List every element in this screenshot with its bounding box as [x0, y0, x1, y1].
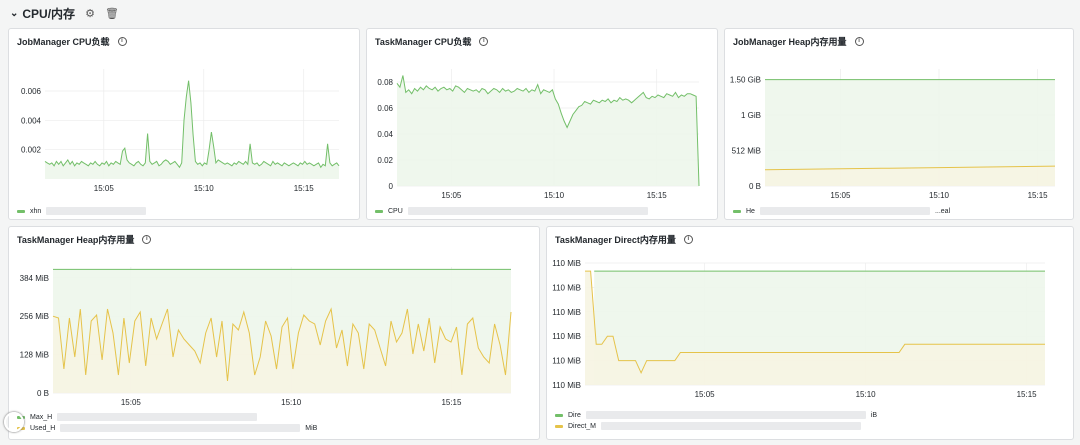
legend-label: Direct_M: [568, 422, 597, 430]
x-tick-label: 15:10: [856, 390, 877, 399]
legend-item[interactable]: Direct_M: [555, 422, 877, 430]
chart-tm-cpu: 0 0.02 0.04 0.06 0.08 15:05 15:10 15:15: [377, 69, 700, 200]
x-tick-label: 15:15: [647, 191, 668, 200]
legend-label: Max_H: [30, 413, 53, 421]
legend: CPU: [375, 207, 648, 215]
y-tick-label: 384 MiB: [20, 274, 49, 283]
y-tick-label: 110 MiB: [552, 381, 581, 390]
redacted-text: [407, 207, 648, 215]
legend: xhn: [17, 207, 147, 215]
x-tick-label: 15:05: [441, 191, 462, 200]
row-title[interactable]: CPU/内存: [22, 5, 75, 22]
legend-item[interactable]: He ...eal: [733, 207, 950, 215]
x-tick-label: 15:05: [695, 390, 716, 399]
y-tick-label: 0 B: [749, 182, 761, 191]
y-tick-label: 110 MiB: [552, 332, 581, 341]
logo-icon: [4, 412, 24, 432]
x-tick-label: 15:15: [1017, 390, 1038, 399]
y-tick-label: 0.06: [377, 104, 393, 113]
legend-label: CPU: [388, 207, 403, 215]
x-tick-label: 15:10: [929, 191, 950, 200]
redacted-text: [57, 413, 258, 421]
y-tick-label: 110 MiB: [552, 283, 581, 292]
trash-icon[interactable]: 🗑: [105, 7, 119, 20]
chevron-down-icon[interactable]: ⌄: [10, 8, 18, 19]
chart-jm-cpu: 0.002 0.004 0.006 15:05 15:10 15:15: [21, 69, 340, 193]
watermark-logo: [4, 412, 24, 432]
y-tick-label: 256 MiB: [20, 312, 49, 321]
panel-jobmanager-cpu: JobManager CPU负载 i 0.002 0.004 0.006 15:05 1…: [8, 28, 360, 220]
gear-icon[interactable]: ⚙: [85, 7, 95, 20]
legend-swatch: [555, 424, 563, 428]
y-tick-label: 0.002: [21, 146, 42, 155]
y-tick-label: 110 MiB: [552, 357, 581, 366]
legend-suffix: MiB: [305, 424, 318, 432]
panel-taskmanager-cpu: TaskManager CPU负载 i 0 0.02 0.04 0.06 0.08 15:…: [366, 28, 718, 220]
x-tick-label: 15:15: [441, 398, 462, 407]
chart-jm-heap: 0 B 512 MiB 1 GiB 1.50 GiB 15:05 15:10 15:15: [730, 69, 1056, 200]
y-tick-label: 1.50 GiB: [730, 76, 761, 85]
legend: Max_H Used_H MiB: [17, 413, 317, 432]
legend-item[interactable]: Used_H MiB: [17, 424, 317, 432]
legend-label: Dire: [568, 411, 581, 419]
legend-item[interactable]: Dire iB: [555, 411, 877, 419]
legend: He ...eal: [733, 207, 950, 215]
y-tick-label: 0 B: [37, 389, 49, 398]
legend-label: Used_H: [30, 424, 56, 432]
row-header[interactable]: ⌄ CPU/内存 ⚙ 🗑: [0, 0, 1080, 26]
y-tick-label: 110 MiB: [552, 308, 581, 317]
redacted-text: [601, 422, 862, 430]
panel-taskmanager-heap: TaskManager Heap内存用量 i 0 B 128 MiB 256 MiB…: [8, 226, 540, 440]
y-tick-label: 128 MiB: [20, 351, 49, 360]
redacted-text: [60, 424, 301, 432]
legend-item[interactable]: Max_H: [17, 413, 317, 421]
y-tick-label: 0.006: [21, 87, 42, 96]
legend-label-tail: ...eal: [934, 207, 951, 215]
x-tick-label: 15:05: [121, 398, 142, 407]
legend-label: xhn: [30, 207, 42, 215]
legend-swatch: [555, 413, 563, 417]
x-tick-label: 15:15: [1028, 191, 1049, 200]
legend: Dire iB Direct_M: [555, 411, 877, 430]
x-tick-label: 15:15: [294, 184, 315, 193]
legend-suffix: iB: [870, 411, 878, 419]
chart-tm-direct: 110 MiB 110 MiB 110 MiB 110 MiB 110 MiB 110 M…: [552, 259, 1045, 399]
redacted-text: [46, 207, 147, 215]
chart-tm-heap: 0 B 128 MiB 256 MiB 384 MiB 15:05 15:10 15:15: [20, 267, 512, 407]
x-tick-label: 15:10: [194, 184, 215, 193]
x-tick-label: 15:10: [544, 191, 565, 200]
y-tick-label: 0.02: [377, 156, 393, 165]
y-tick-label: 0: [389, 182, 394, 191]
x-tick-label: 15:10: [281, 398, 302, 407]
y-tick-label: 0.04: [377, 130, 393, 139]
y-tick-label: 0.08: [377, 78, 393, 87]
y-tick-label: 0.004: [21, 116, 42, 125]
y-tick-label: 1 GiB: [741, 111, 761, 120]
panel-taskmanager-direct: TaskManager Direct内存用量 i 110 MiB 110 MiB 1…: [546, 226, 1074, 440]
x-tick-label: 15:05: [830, 191, 851, 200]
legend-swatch: [375, 209, 383, 213]
panel-jobmanager-heap: JobManager Heap内存用量 i 0 B 512 MiB 1 GiB 1.5…: [724, 28, 1074, 220]
x-tick-label: 15:05: [94, 184, 115, 193]
y-tick-label: 512 MiB: [732, 147, 761, 156]
legend-item[interactable]: CPU: [375, 207, 648, 215]
redacted-text: [585, 411, 866, 419]
redacted-text: [759, 207, 930, 215]
legend-swatch: [17, 209, 25, 213]
legend-label: He: [746, 207, 755, 215]
y-tick-label: 110 MiB: [552, 259, 581, 268]
legend-swatch: [733, 209, 741, 213]
legend-item[interactable]: xhn: [17, 207, 147, 215]
